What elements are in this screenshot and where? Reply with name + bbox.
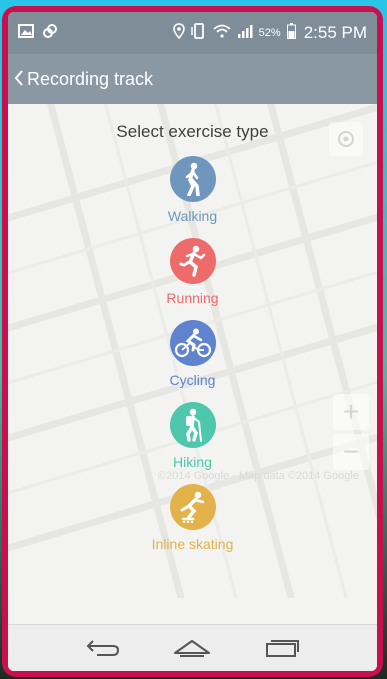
action-bar: Recording track — [8, 54, 377, 104]
link-icon — [42, 23, 58, 44]
exercise-option-hiking[interactable]: Hiking — [169, 402, 216, 470]
exercise-label-inline-skating: Inline skating — [151, 536, 234, 552]
exercise-option-inline-skating[interactable]: Inline skating — [151, 484, 234, 552]
running-icon — [169, 238, 216, 284]
exercise-option-running[interactable]: Running — [166, 238, 219, 306]
status-left — [18, 23, 58, 44]
chevron-left-icon[interactable] — [14, 68, 24, 90]
page-title: Select exercise type — [116, 122, 269, 141]
device-frame: 52% 2:55 PM Recording track + − ©2014 Go… — [2, 6, 383, 677]
inline-skating-icon — [169, 484, 216, 530]
navigation-bar — [8, 624, 377, 671]
wifi-icon — [213, 24, 231, 43]
battery-icon — [286, 22, 296, 44]
exercise-label-running: Running — [166, 290, 219, 306]
exercise-picker: Select exercise type Walking Running Cyc… — [8, 104, 377, 624]
walking-icon — [169, 156, 216, 202]
hiking-icon — [169, 402, 216, 448]
recent-apps-icon[interactable] — [260, 630, 304, 666]
clock-time: 2:55 PM — [303, 23, 367, 42]
home-icon[interactable] — [170, 630, 214, 666]
battery-percent: 52% — [258, 27, 281, 39]
exercise-option-cycling[interactable]: Cycling — [169, 320, 216, 388]
location-pin-icon — [172, 22, 185, 44]
image-icon — [18, 23, 34, 43]
cycling-icon — [169, 320, 216, 366]
action-bar-title[interactable]: Recording track — [27, 69, 153, 90]
exercise-option-walking[interactable]: Walking — [168, 156, 217, 224]
signal-icon — [237, 24, 253, 43]
exercise-label-hiking: Hiking — [173, 454, 212, 470]
back-nav-icon[interactable] — [81, 630, 125, 666]
exercise-label-cycling: Cycling — [169, 372, 216, 388]
phone-rotate-icon — [190, 22, 207, 44]
phone-screen: 52% 2:55 PM Recording track + − ©2014 Go… — [8, 12, 377, 671]
exercise-label-walking: Walking — [167, 208, 218, 224]
status-bar: 52% 2:55 PM — [8, 12, 377, 54]
status-right: 52% 2:55 PM — [172, 22, 367, 44]
